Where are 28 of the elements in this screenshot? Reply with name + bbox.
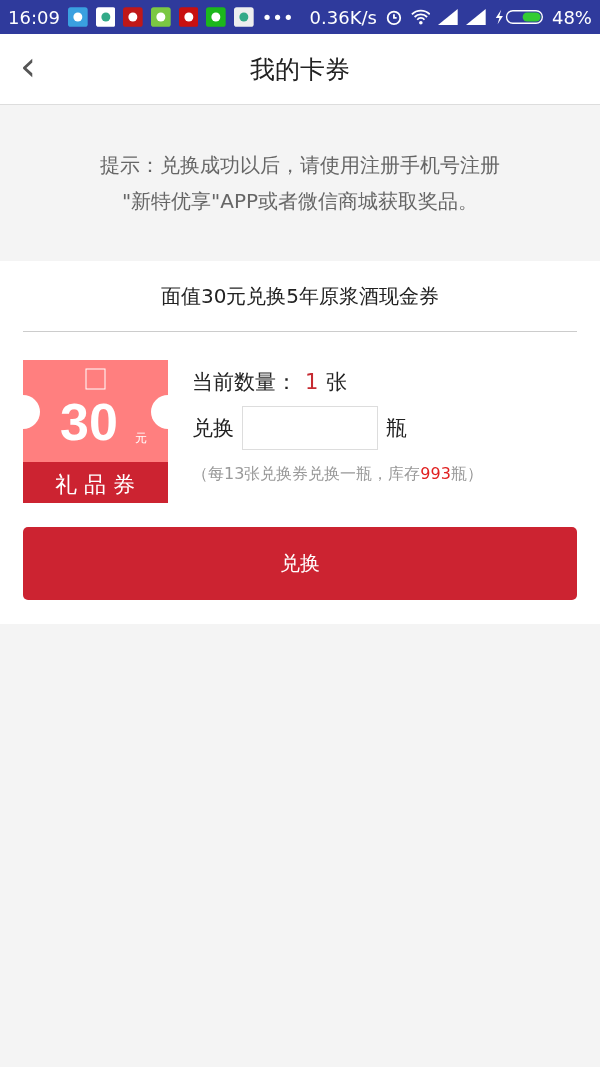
exchange-note: （每13张兑换券兑换一瓶，库存993瓶）	[192, 464, 483, 485]
voucher-title: 面值30元兑换5年原浆酒现金券	[23, 261, 577, 332]
app-icon	[234, 6, 254, 28]
app-icon	[67, 6, 88, 28]
network-speed: 0.36K/s	[309, 6, 377, 28]
exchange-unit: 瓶	[386, 415, 407, 442]
app-icon	[206, 6, 226, 28]
wifi-icon	[410, 8, 431, 26]
count-unit: 张	[326, 369, 348, 396]
app-icon	[150, 6, 171, 28]
clock: 16:09	[8, 6, 60, 28]
more-indicator: •••	[261, 6, 294, 28]
signal-icon	[438, 8, 459, 26]
battery-icon	[493, 8, 544, 26]
signal-icon	[466, 8, 486, 26]
app-icon	[178, 6, 199, 28]
app-icon	[95, 6, 116, 28]
voucher-ticket-drawing: 30 元 礼 品 券	[23, 360, 168, 503]
exchange-label: 兑换	[192, 415, 234, 442]
count-label: 当前数量：	[192, 369, 297, 396]
back-button[interactable]: ‹	[14, 46, 42, 86]
count-value: 1	[305, 370, 319, 394]
exchange-button[interactable]: 兑换	[23, 527, 577, 600]
app-icon	[123, 6, 143, 28]
quantity-input[interactable]	[242, 406, 378, 450]
page-title: 我的卡券	[250, 53, 350, 86]
battery-percent: 48%	[551, 6, 592, 28]
hint-text: 提示：兑换成功以后，请使用注册手机号注册 "新特优享"APP或者微信商城获取奖品。	[99, 152, 501, 215]
